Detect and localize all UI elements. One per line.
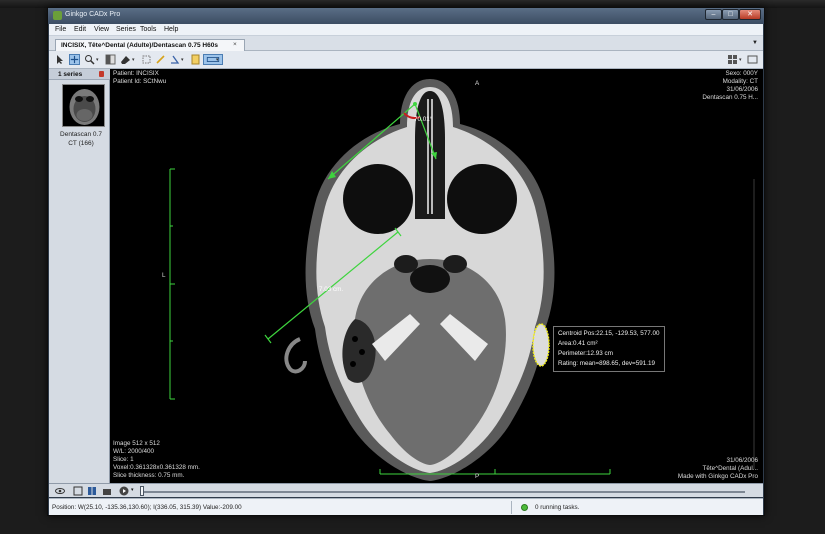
viewer-controls: ▾ — [49, 483, 763, 497]
patient-sex: Sexo: 000Y — [725, 70, 758, 77]
play-dropdown-chevron-icon[interactable]: ▾ — [131, 487, 134, 493]
orientation-top: A — [475, 80, 480, 87]
image-list-icon[interactable] — [102, 486, 112, 496]
tab-close-icon[interactable]: × — [233, 41, 237, 48]
play-icon[interactable] — [119, 486, 129, 496]
menu-series[interactable]: Series — [116, 26, 136, 33]
grid-layout-icon[interactable] — [727, 54, 738, 65]
series-modality: CT (166) — [68, 140, 94, 147]
overlay-top-left: Patient: INCISIX Patient Id: SCtNwu — [113, 70, 166, 86]
minimize-button[interactable]: – — [705, 9, 722, 20]
eraser-tool-icon[interactable] — [120, 54, 131, 65]
study-date: 31/06/2006 — [726, 86, 758, 93]
image-size: Image 512 x 512 — [113, 440, 160, 447]
eye-icon[interactable] — [55, 486, 65, 496]
annotation-tool-icon[interactable] — [190, 54, 201, 65]
tab-list-chevron-icon[interactable]: ▼ — [752, 40, 758, 46]
made-with-label: Made with Ginkgo CADx Pro — [677, 473, 758, 480]
status-bar: Position: W(25.10, -135.36,130.60); I(33… — [49, 498, 763, 515]
menu-file[interactable]: File — [55, 26, 66, 33]
slice-number: Slice: 1 — [113, 456, 134, 463]
overlay-bottom-right: 31/06/2006 Tête^Dental (Adul... Made wit… — [678, 457, 758, 481]
series-description-overlay: Dentascan 0.75 H... — [702, 94, 758, 101]
distance-value-label: 7.03 cm. — [319, 286, 344, 293]
thumbnail-image — [69, 89, 100, 125]
pin-icon[interactable] — [99, 71, 104, 77]
close-button[interactable]: ✕ — [739, 9, 761, 20]
patient-id: Patient Id: SCtNwu — [113, 78, 167, 85]
fullscreen-icon[interactable] — [747, 54, 758, 65]
window-level-tool-icon[interactable] — [105, 54, 116, 65]
series-panel: 1 series Dentascan 0.7 CT (166) — [49, 69, 110, 483]
study-name: Tête^Dental (Adul... — [702, 465, 758, 472]
series-label: Dentascan 0.7 CT (166) — [53, 130, 109, 148]
series-description: Dentascan 0.7 — [60, 131, 102, 138]
app-logo-icon — [53, 11, 62, 20]
pan-tool-icon[interactable] — [69, 54, 80, 65]
angle-tool-icon[interactable] — [169, 54, 180, 65]
slice-slider-handle[interactable] — [140, 486, 144, 496]
eraser-dropdown-chevron-icon[interactable]: ▾ — [132, 57, 135, 63]
series-thumbnail[interactable] — [62, 84, 105, 127]
tab-study[interactable]: INCISIX, Tête^Dental (Adulte)/Dentascan … — [55, 39, 245, 51]
slice-thickness: Slice thickness: 0.75 mm. — [113, 472, 185, 479]
tab-label: INCISIX, Tête^Dental (Adulte)/Dentascan … — [61, 42, 218, 49]
patient-name: Patient: INCISIX — [113, 70, 159, 77]
series-header: 1 series — [49, 69, 110, 80]
modality: Modality: CT — [722, 78, 758, 85]
app-window: Ginkgo CADx Pro – □ ✕ File Edit View Ser… — [47, 7, 765, 516]
window-title: Ginkgo CADx Pro — [65, 11, 121, 18]
ruler-tool-icon[interactable] — [155, 54, 166, 65]
pointer-tool-icon[interactable] — [55, 54, 66, 65]
overlay-top-right: Sexo: 000Y Modality: CT 31/06/2006 Denta… — [702, 70, 758, 102]
menu-view[interactable]: View — [94, 26, 109, 33]
orientation-bottom: P — [475, 473, 480, 480]
angle-value-label: 70.01° — [414, 116, 433, 123]
roi-stats-box[interactable]: Centroid Pos:22.15, -129.53, 577.00 Area… — [553, 326, 665, 372]
roi-centroid: Centroid Pos:22.15, -129.53, 577.00 — [558, 330, 660, 337]
menu-edit[interactable]: Edit — [74, 26, 86, 33]
menu-help[interactable]: Help — [164, 26, 178, 33]
running-tasks-label[interactable]: 0 running tasks. — [535, 504, 579, 511]
menu-tools[interactable]: Tools — [140, 26, 156, 33]
overlay-bottom-left: Image 512 x 512 W/L: 2000/400 Slice: 1 V… — [113, 440, 200, 480]
voxel-size: Voxel:0.361328x0.361328 mm. — [113, 464, 200, 471]
image-viewer[interactable]: Patient: INCISIX Patient Id: SCtNwu Sexo… — [110, 69, 763, 483]
zoom-tool-icon[interactable] — [84, 54, 95, 65]
layout-dropdown-chevron-icon[interactable]: ▾ — [216, 57, 219, 63]
layout-single-icon[interactable] — [73, 486, 83, 496]
maximize-button[interactable]: □ — [722, 9, 739, 20]
toolbar: ▾ ▾ ▾ ▾ ▾ — [49, 51, 763, 69]
grid-dropdown-chevron-icon[interactable]: ▾ — [739, 57, 742, 63]
layout-tool-icon[interactable] — [203, 54, 223, 65]
menu-bar: File Edit View Series Tools Help — [49, 24, 763, 36]
roi-ellipse[interactable] — [532, 323, 550, 367]
footer-date: 31/06/2006 — [726, 457, 758, 464]
roi-perimeter: Perimeter:12.93 cm — [558, 350, 613, 357]
window-level: W/L: 2000/400 — [113, 448, 154, 455]
cursor-position-readout: Position: W(25.10, -135.36,130.60); I(33… — [52, 504, 242, 511]
zoom-dropdown-chevron-icon[interactable]: ▾ — [96, 57, 99, 63]
roi-rating: Rating: mean=898.65, dev=591.19 — [558, 360, 655, 367]
tab-bar: INCISIX, Tête^Dental (Adulte)/Dentascan … — [49, 36, 763, 51]
layout-multi-icon[interactable] — [87, 486, 97, 496]
crop-tool-icon[interactable] — [141, 54, 152, 65]
ct-scan-image — [169, 79, 755, 481]
roi-area: Area:0.41 cm² — [558, 340, 598, 347]
slice-slider-track[interactable] — [142, 491, 745, 493]
title-bar[interactable]: Ginkgo CADx Pro – □ ✕ — [48, 8, 764, 24]
status-divider — [511, 501, 512, 514]
angle-dropdown-chevron-icon[interactable]: ▾ — [181, 57, 184, 63]
task-status-icon — [521, 504, 528, 511]
orientation-left: L — [162, 272, 166, 279]
series-count: 1 series — [58, 71, 83, 78]
